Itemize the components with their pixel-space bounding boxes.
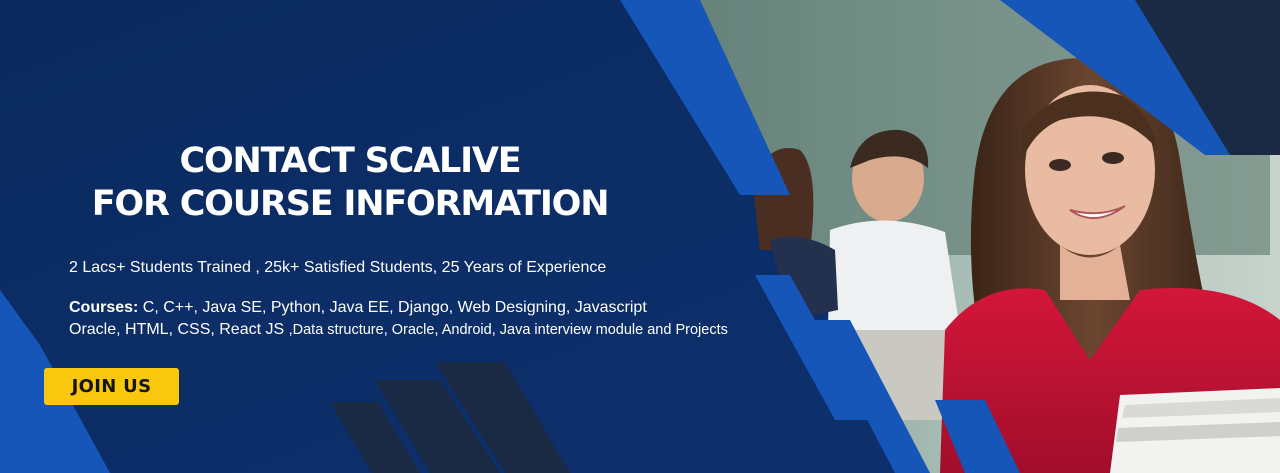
page-title: CONTACT SCALIVE FOR COURSE INFORMATION [60, 140, 640, 226]
courses-line-2a: Oracle, HTML, CSS, React JS [69, 321, 289, 338]
courses-line-1: C, C++, Java SE, Python, Java EE, Django… [138, 299, 647, 316]
join-us-button[interactable]: JOIN US [44, 368, 179, 405]
hero-banner: CONTACT SCALIVE FOR COURSE INFORMATION 2… [0, 0, 1280, 473]
courses-text: Courses: C, C++, Java SE, Python, Java E… [69, 297, 759, 341]
headline-line-1: CONTACT SCALIVE [179, 141, 521, 181]
stats-text: 2 Lacs+ Students Trained , 25k+ Satisfie… [69, 259, 607, 276]
courses-label: Courses: [69, 299, 139, 316]
courses-line-2b: ,Data structure, Oracle, Android, Java i… [288, 322, 728, 338]
banner-text-area: CONTACT SCALIVE FOR COURSE INFORMATION 2… [0, 0, 760, 473]
headline-line-2: FOR COURSE INFORMATION [91, 184, 610, 224]
